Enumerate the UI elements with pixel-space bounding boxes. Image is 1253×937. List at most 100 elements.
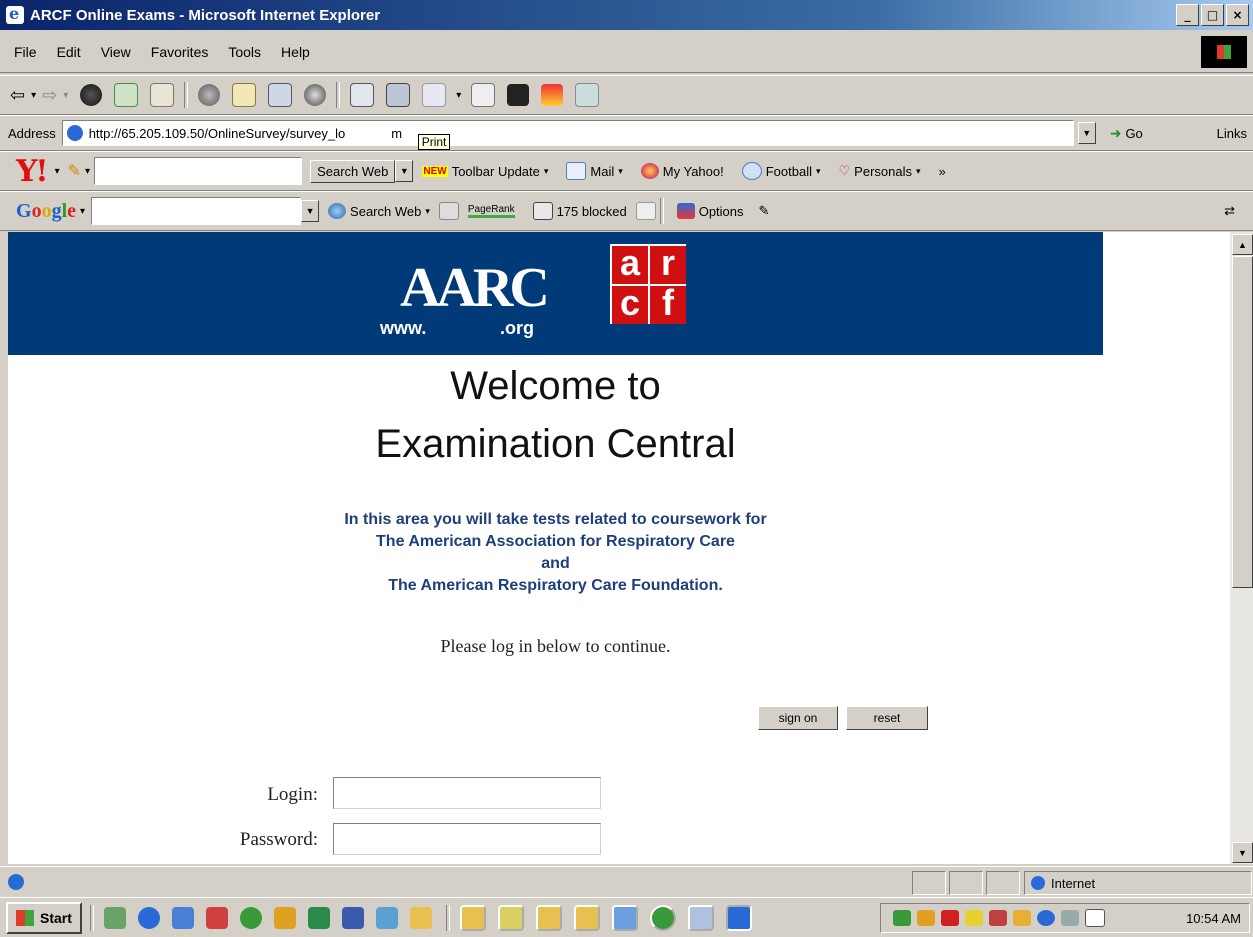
edit-dropdown-icon[interactable]: ▾	[456, 90, 461, 101]
stop-icon[interactable]	[80, 84, 103, 106]
minimize-button[interactable]: _	[1176, 4, 1199, 26]
messenger-icon[interactable]	[507, 84, 530, 106]
quicklaunch-messenger-icon[interactable]	[273, 906, 296, 929]
google-menu-dropdown-icon[interactable]: ▾	[80, 206, 85, 217]
google-search-web-button[interactable]: Search Web ▾	[328, 203, 430, 219]
task-explorer-icon[interactable]	[611, 904, 638, 931]
tray-chat-icon[interactable]	[1013, 910, 1031, 926]
pencil-dropdown-icon[interactable]: ▾	[85, 166, 90, 177]
scroll-up-arrow-icon[interactable]: ▲	[1232, 234, 1253, 255]
print-icon[interactable]	[386, 83, 411, 107]
maximize-button[interactable]: □	[1201, 4, 1224, 26]
address-dropdown-icon[interactable]: ▼	[1077, 122, 1096, 144]
refresh-icon[interactable]	[114, 83, 139, 107]
yahoo-mail-button[interactable]: Mail ▾	[566, 162, 623, 180]
close-button[interactable]: ×	[1226, 4, 1249, 26]
media-icon[interactable]	[268, 83, 293, 107]
google-logo[interactable]: Google	[16, 200, 76, 223]
menu-edit[interactable]: Edit	[57, 44, 81, 60]
tray-messenger-icon[interactable]	[917, 910, 935, 926]
windows-logo-icon	[1201, 36, 1247, 68]
tray-antivirus-icon[interactable]	[941, 910, 959, 926]
task-folder-2-icon[interactable]	[535, 904, 562, 931]
intro-line-2: The American Association for Respiratory…	[376, 533, 735, 550]
links-button[interactable]: Links	[1217, 126, 1247, 141]
quicklaunch-folder-icon[interactable]	[409, 906, 432, 929]
go-button[interactable]: ➜ Go	[1110, 125, 1143, 142]
personals-button[interactable]: ♡ Personals ▾	[839, 163, 921, 179]
highlight-pen-icon[interactable]: ✎	[759, 203, 770, 219]
vertical-scrollbar[interactable]: ▲ ▼	[1230, 232, 1253, 864]
menu-view[interactable]: View	[101, 44, 131, 60]
task-ie-window-icon[interactable]	[725, 904, 752, 931]
scrollbar-thumb[interactable]	[1232, 256, 1253, 588]
history-icon[interactable]	[304, 84, 327, 106]
task-document-icon[interactable]	[687, 904, 714, 931]
yahoo-search-dropdown-icon[interactable]: ▼	[395, 160, 414, 182]
quicklaunch-media-icon[interactable]	[239, 906, 262, 929]
translate-icon[interactable]: ⇄	[1224, 203, 1235, 219]
football-button[interactable]: Football ▾	[741, 162, 821, 180]
search-icon[interactable]	[198, 84, 221, 106]
my-yahoo-button[interactable]: My Yahoo!	[640, 163, 724, 179]
pencil-icon[interactable]: ✎	[68, 161, 81, 181]
task-paint-icon[interactable]	[497, 904, 524, 931]
task-folder-1-icon[interactable]	[459, 904, 486, 931]
yahoo-search-input[interactable]	[94, 157, 303, 185]
menu-help[interactable]: Help	[281, 44, 310, 60]
search-site-icon[interactable]	[438, 202, 459, 220]
research-icon[interactable]	[541, 84, 564, 106]
forward-dropdown-icon[interactable]: ▾	[63, 90, 68, 101]
yahoo-logo-icon[interactable]: Y!	[16, 154, 49, 189]
edit-icon[interactable]	[422, 83, 447, 107]
favorites-icon[interactable]	[232, 83, 257, 107]
login-input[interactable]	[333, 777, 601, 809]
header-banner: AARC www. .org a r c f	[8, 232, 1103, 355]
quicklaunch-calendar-icon[interactable]	[375, 906, 398, 929]
tray-volume-icon[interactable]	[893, 910, 911, 926]
quicklaunch-excel-icon[interactable]	[307, 906, 330, 929]
sign-on-button[interactable]: sign on	[758, 706, 838, 730]
address-input[interactable]: http://65.205.109.50/OnlineSurvey/survey…	[61, 120, 1074, 150]
quicklaunch-word-icon[interactable]	[341, 906, 364, 929]
tray-globe-icon[interactable]	[1037, 910, 1055, 926]
password-input[interactable]	[333, 823, 601, 855]
autofill-icon[interactable]	[635, 202, 656, 220]
google-toolbar: Google ▾ ▼ Search Web ▾ PageRank 175 blo…	[0, 191, 1253, 231]
quicklaunch-desktop-icon[interactable]	[103, 906, 126, 929]
menu-favorites[interactable]: Favorites	[151, 44, 209, 60]
yahoo-search-button[interactable]: Search Web	[310, 159, 396, 183]
forward-arrow-icon[interactable]: ⇨	[42, 85, 57, 106]
tray-display-icon[interactable]	[1061, 910, 1079, 926]
reset-button[interactable]: reset	[846, 706, 928, 730]
google-search-input[interactable]	[91, 197, 302, 225]
options-button[interactable]: Options	[676, 203, 744, 219]
scroll-down-arrow-icon[interactable]: ▼	[1232, 842, 1253, 863]
discuss-icon[interactable]	[471, 83, 496, 107]
task-folder-3-icon[interactable]	[573, 904, 600, 931]
back-dropdown-icon[interactable]: ▾	[31, 90, 36, 101]
pagerank-indicator[interactable]: PageRank	[467, 204, 515, 218]
quicklaunch-ie-icon[interactable]	[137, 906, 160, 929]
title-bar: ARCF Online Exams - Microsoft Internet E…	[0, 0, 1253, 30]
popup-blocker-button[interactable]: 175 blocked	[532, 202, 627, 220]
home-icon[interactable]	[150, 83, 175, 107]
quicklaunch-outlook-icon[interactable]	[171, 906, 194, 929]
menu-tools[interactable]: Tools	[228, 44, 261, 60]
quicklaunch-acrobat-icon[interactable]	[205, 906, 228, 929]
address-url: http://65.205.109.50/OnlineSurvey/survey…	[88, 125, 346, 141]
toolbar-more-button[interactable]: »	[939, 164, 946, 179]
tray-mail-icon[interactable]	[1085, 909, 1105, 927]
taskbar: Start 10:54 AM	[0, 897, 1253, 937]
google-search-dropdown-icon[interactable]: ▼	[301, 200, 320, 222]
tools-icon[interactable]	[575, 83, 600, 107]
menu-file[interactable]: File	[14, 44, 37, 60]
task-media-icon[interactable]	[649, 904, 676, 931]
back-arrow-icon[interactable]: ⇦	[10, 85, 25, 106]
mail-icon[interactable]	[350, 83, 375, 107]
tray-alert-icon[interactable]	[965, 910, 983, 926]
yahoo-menu-dropdown-icon[interactable]: ▾	[55, 166, 60, 177]
start-button[interactable]: Start	[6, 901, 82, 934]
tray-network-icon[interactable]	[989, 910, 1007, 926]
toolbar-update-button[interactable]: NEW Toolbar Update ▾	[422, 164, 548, 179]
